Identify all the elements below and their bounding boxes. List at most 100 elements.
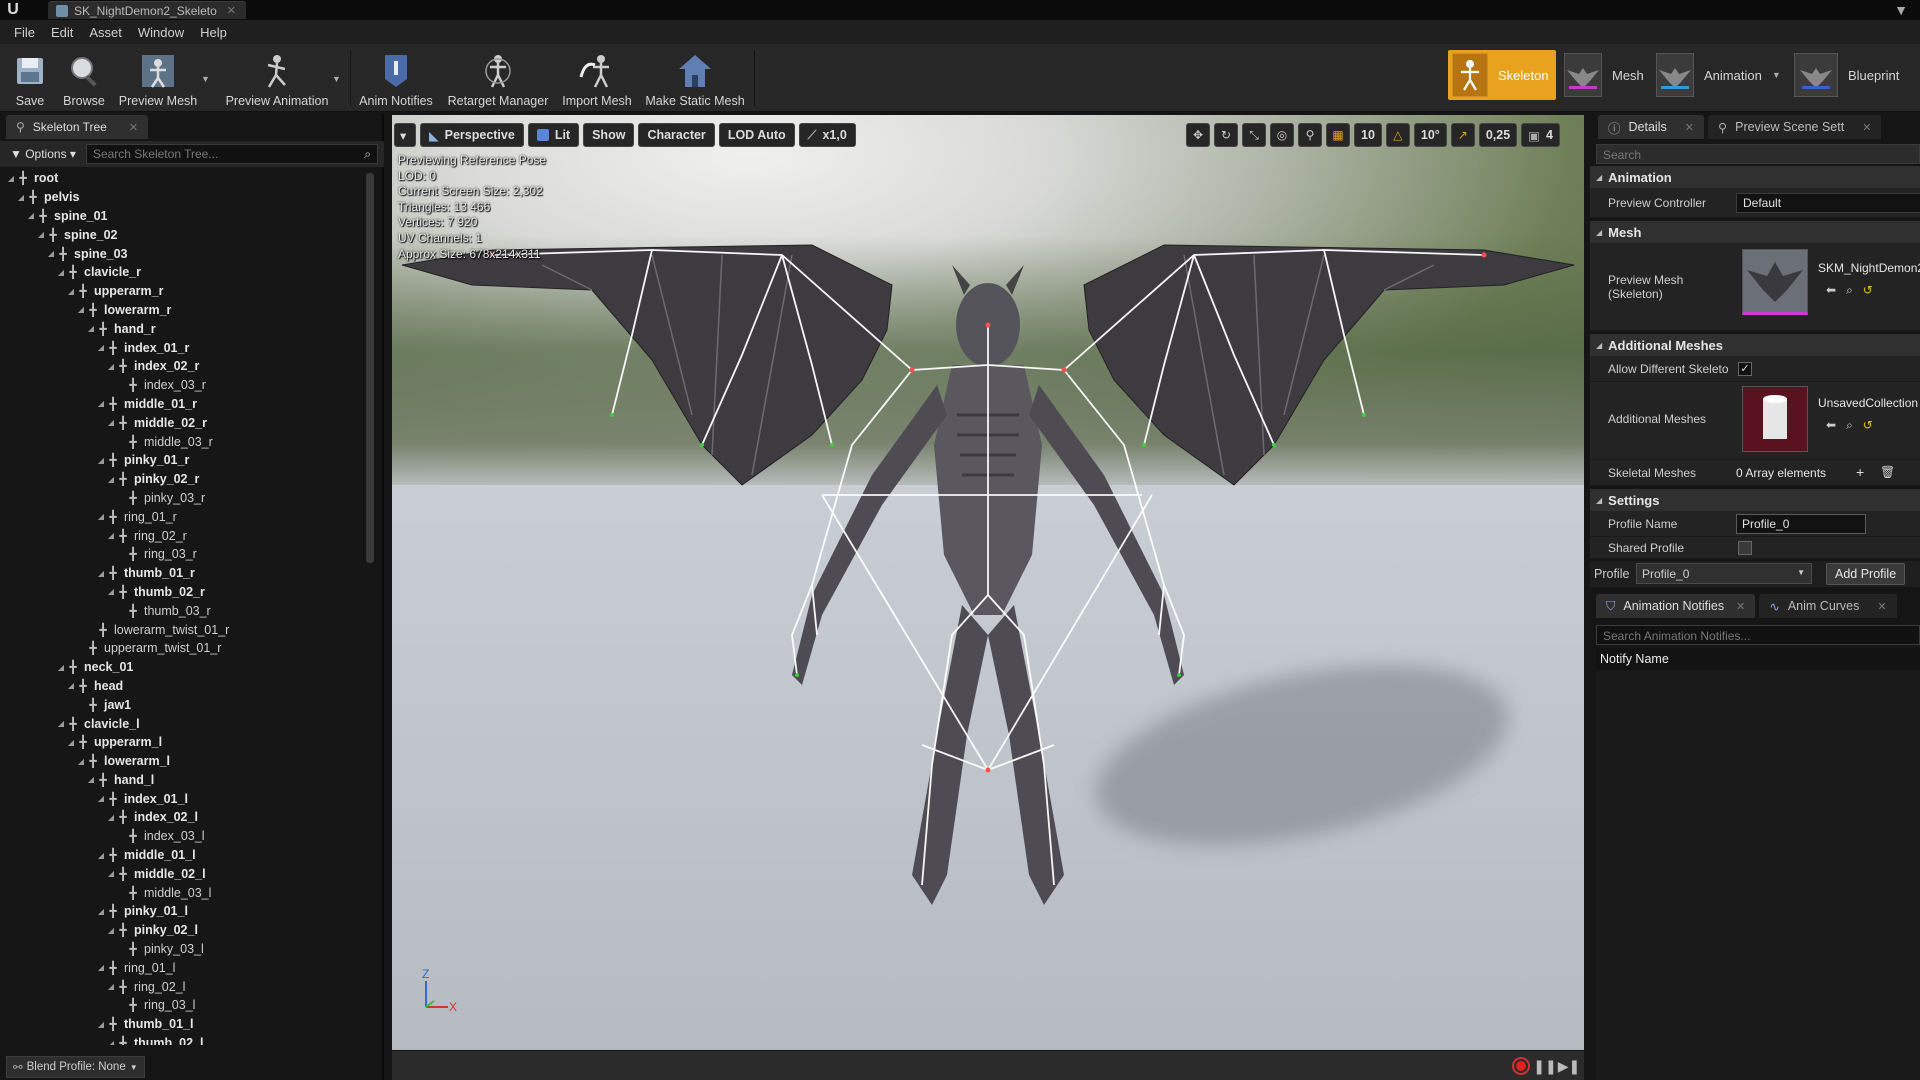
reset-icon[interactable]: ↺ (1863, 283, 1873, 298)
tree-row[interactable]: ◢ ╋ spine_03 (0, 244, 372, 263)
expand-arrow-icon[interactable]: ◢ (96, 1020, 106, 1029)
tree-row[interactable]: ╋ middle_03_l (0, 883, 372, 902)
night-demon-character-model[interactable] (392, 115, 1584, 1080)
tree-row[interactable]: ◢ ╋ middle_01_r (0, 395, 372, 414)
expand-arrow-icon[interactable]: ◢ (26, 211, 36, 220)
save-button[interactable]: Save (10, 48, 50, 108)
tree-row[interactable]: ◢ ╋ clavicle_r (0, 263, 372, 282)
lit-button[interactable]: Lit (527, 123, 580, 147)
expand-arrow-icon[interactable]: ◢ (66, 287, 76, 296)
tree-row[interactable]: ◢ ╋ clavicle_l (0, 714, 372, 733)
tree-row[interactable]: ◢ ╋ spine_02 (0, 225, 372, 244)
tree-row[interactable]: ◢ ╋ pinky_01_l (0, 902, 372, 921)
preview-scene-settings-tab[interactable]: ⚲ Preview Scene Sett ✕ (1707, 115, 1882, 139)
tree-row[interactable]: ◢ ╋ neck_01 (0, 658, 372, 677)
viewport-options-dropdown[interactable]: ▾ (394, 123, 416, 147)
expand-arrow-icon[interactable]: ◢ (96, 456, 106, 465)
tree-row[interactable]: ╋ pinky_03_r (0, 489, 372, 508)
rotation-snap-value[interactable]: 10° (1413, 123, 1447, 147)
expand-arrow-icon[interactable]: ◢ (66, 681, 76, 690)
menu-file[interactable]: File (6, 25, 43, 40)
preview-mesh-dropdown-icon[interactable]: ▼ (201, 74, 210, 84)
expand-arrow-icon[interactable]: ◢ (86, 324, 96, 333)
tree-row[interactable]: ◢ ╋ root (0, 169, 372, 188)
allow-different-skeletons-checkbox[interactable]: ✓ (1738, 362, 1752, 376)
tree-row[interactable]: ◢ ╋ hand_l (0, 771, 372, 790)
preview-controller-select[interactable]: Default (1736, 193, 1920, 213)
tree-row[interactable]: ◢ ╋ ring_01_r (0, 507, 372, 526)
tree-row[interactable]: ◢ ╋ thumb_01_l (0, 1015, 372, 1034)
import-mesh-button[interactable]: Import Mesh (560, 48, 634, 108)
expand-arrow-icon[interactable]: ◢ (106, 869, 116, 878)
rotation-snap-icon[interactable]: △ (1385, 123, 1410, 147)
expand-arrow-icon[interactable]: ◢ (36, 230, 46, 239)
category-additional-meshes[interactable]: ◢ Additional Meshes (1590, 334, 1920, 356)
rotate-icon[interactable]: ↻ (1214, 123, 1238, 147)
category-mesh[interactable]: ◢ Mesh (1590, 221, 1920, 243)
lod-button[interactable]: LOD Auto (718, 123, 795, 147)
tree-row[interactable]: ◢ ╋ middle_02_l (0, 864, 372, 883)
skeleton-tree-tab[interactable]: ⚲ Skeleton Tree ✕ (6, 115, 149, 139)
skeleton-tree-scrollbar[interactable] (366, 173, 374, 563)
browse-button[interactable]: Browse (62, 48, 106, 108)
expand-arrow-icon[interactable]: ◢ (56, 719, 66, 728)
mode-mesh-tab[interactable]: Mesh (1560, 50, 1652, 100)
options-button[interactable]: ▼ Options ▾ (6, 147, 80, 161)
expand-arrow-icon[interactable]: ◢ (96, 569, 106, 578)
expand-arrow-icon[interactable]: ◢ (76, 305, 86, 314)
expand-arrow-icon[interactable]: ◢ (106, 418, 116, 427)
translate-icon[interactable]: ✥ (1186, 123, 1210, 147)
menu-edit[interactable]: Edit (43, 25, 81, 40)
perspective-button[interactable]: ◣ Perspective (420, 123, 524, 147)
scale-snap-icon[interactable]: ↗ (1450, 123, 1475, 147)
expand-arrow-icon[interactable]: ◢ (96, 907, 106, 916)
scale-snap-value[interactable]: 0,25 (1478, 123, 1518, 147)
expand-arrow-icon[interactable]: ◢ (96, 794, 106, 803)
expand-arrow-icon[interactable]: ◢ (96, 399, 106, 408)
retarget-manager-button[interactable]: Retarget Manager (446, 48, 550, 108)
additional-meshes-thumbnail[interactable] (1742, 386, 1808, 452)
tree-row[interactable]: ◢ ╋ upperarm_l (0, 733, 372, 752)
expand-arrow-icon[interactable]: ◢ (16, 193, 26, 202)
character-button[interactable]: Character (638, 123, 715, 147)
tree-row[interactable]: ╋ thumb_03_r (0, 601, 372, 620)
notification-icon[interactable]: ▼ (1894, 2, 1908, 18)
close-tab-icon[interactable]: ✕ (227, 4, 236, 17)
blend-profile-dropdown[interactable]: ⚯ Blend Profile: None ▼ (6, 1056, 145, 1078)
expand-arrow-icon[interactable]: ◢ (106, 475, 116, 484)
browse-icon[interactable]: ⌕ (1846, 283, 1853, 298)
tree-row[interactable]: ◢ ╋ ring_02_l (0, 977, 372, 996)
tree-row[interactable]: ◢ ╋ ring_02_r (0, 526, 372, 545)
tree-row[interactable]: ◢ ╋ thumb_01_r (0, 564, 372, 583)
tree-row[interactable]: ◢ ╋ index_01_r (0, 338, 372, 357)
tree-row[interactable]: ◢ ╋ index_01_l (0, 789, 372, 808)
expand-arrow-icon[interactable]: ◢ (106, 813, 116, 822)
tree-row[interactable]: ╋ middle_03_r (0, 432, 372, 451)
use-selected-icon[interactable]: ⬅ (1826, 418, 1836, 433)
record-button[interactable] (1512, 1057, 1530, 1075)
tree-row[interactable]: ◢ ╋ ring_01_l (0, 958, 372, 977)
tree-row[interactable]: ╋ upperarm_twist_01_r (0, 639, 372, 658)
category-animation[interactable]: ◢ Animation (1590, 166, 1920, 188)
browse-icon[interactable]: ⌕ (1846, 418, 1853, 433)
profile-select[interactable]: Profile_0 ▼ (1636, 563, 1812, 584)
step-forward-button[interactable]: ▶❚ (1558, 1057, 1581, 1075)
expand-arrow-icon[interactable]: ◢ (76, 757, 86, 766)
tree-row[interactable]: ╋ ring_03_l (0, 996, 372, 1015)
tree-row[interactable]: ◢ ╋ pelvis (0, 188, 372, 207)
preview-animation-button[interactable]: Preview Animation (220, 48, 334, 108)
details-search-input[interactable]: Search (1596, 144, 1920, 164)
tree-row[interactable]: ╋ lowerarm_twist_01_r (0, 620, 372, 639)
expand-arrow-icon[interactable]: ◢ (106, 1039, 116, 1045)
expand-arrow-icon[interactable]: ◢ (106, 926, 116, 935)
tree-row[interactable]: ◢ ╋ index_02_r (0, 357, 372, 376)
profile-name-input[interactable]: Profile_0 (1736, 514, 1866, 534)
expand-arrow-icon[interactable]: ◢ (66, 738, 76, 747)
tree-row[interactable]: ◢ ╋ pinky_02_l (0, 921, 372, 940)
expand-arrow-icon[interactable]: ◢ (96, 851, 106, 860)
tree-row[interactable]: ╋ pinky_03_l (0, 940, 372, 959)
tree-row[interactable]: ◢ ╋ pinky_02_r (0, 470, 372, 489)
skeleton-search-input[interactable]: Search Skeleton Tree... ⌕ (85, 144, 378, 164)
document-tab[interactable]: SK_NightDemon2_Skeleto ✕ (48, 1, 246, 19)
world-local-icon[interactable]: ◎ (1270, 123, 1294, 147)
